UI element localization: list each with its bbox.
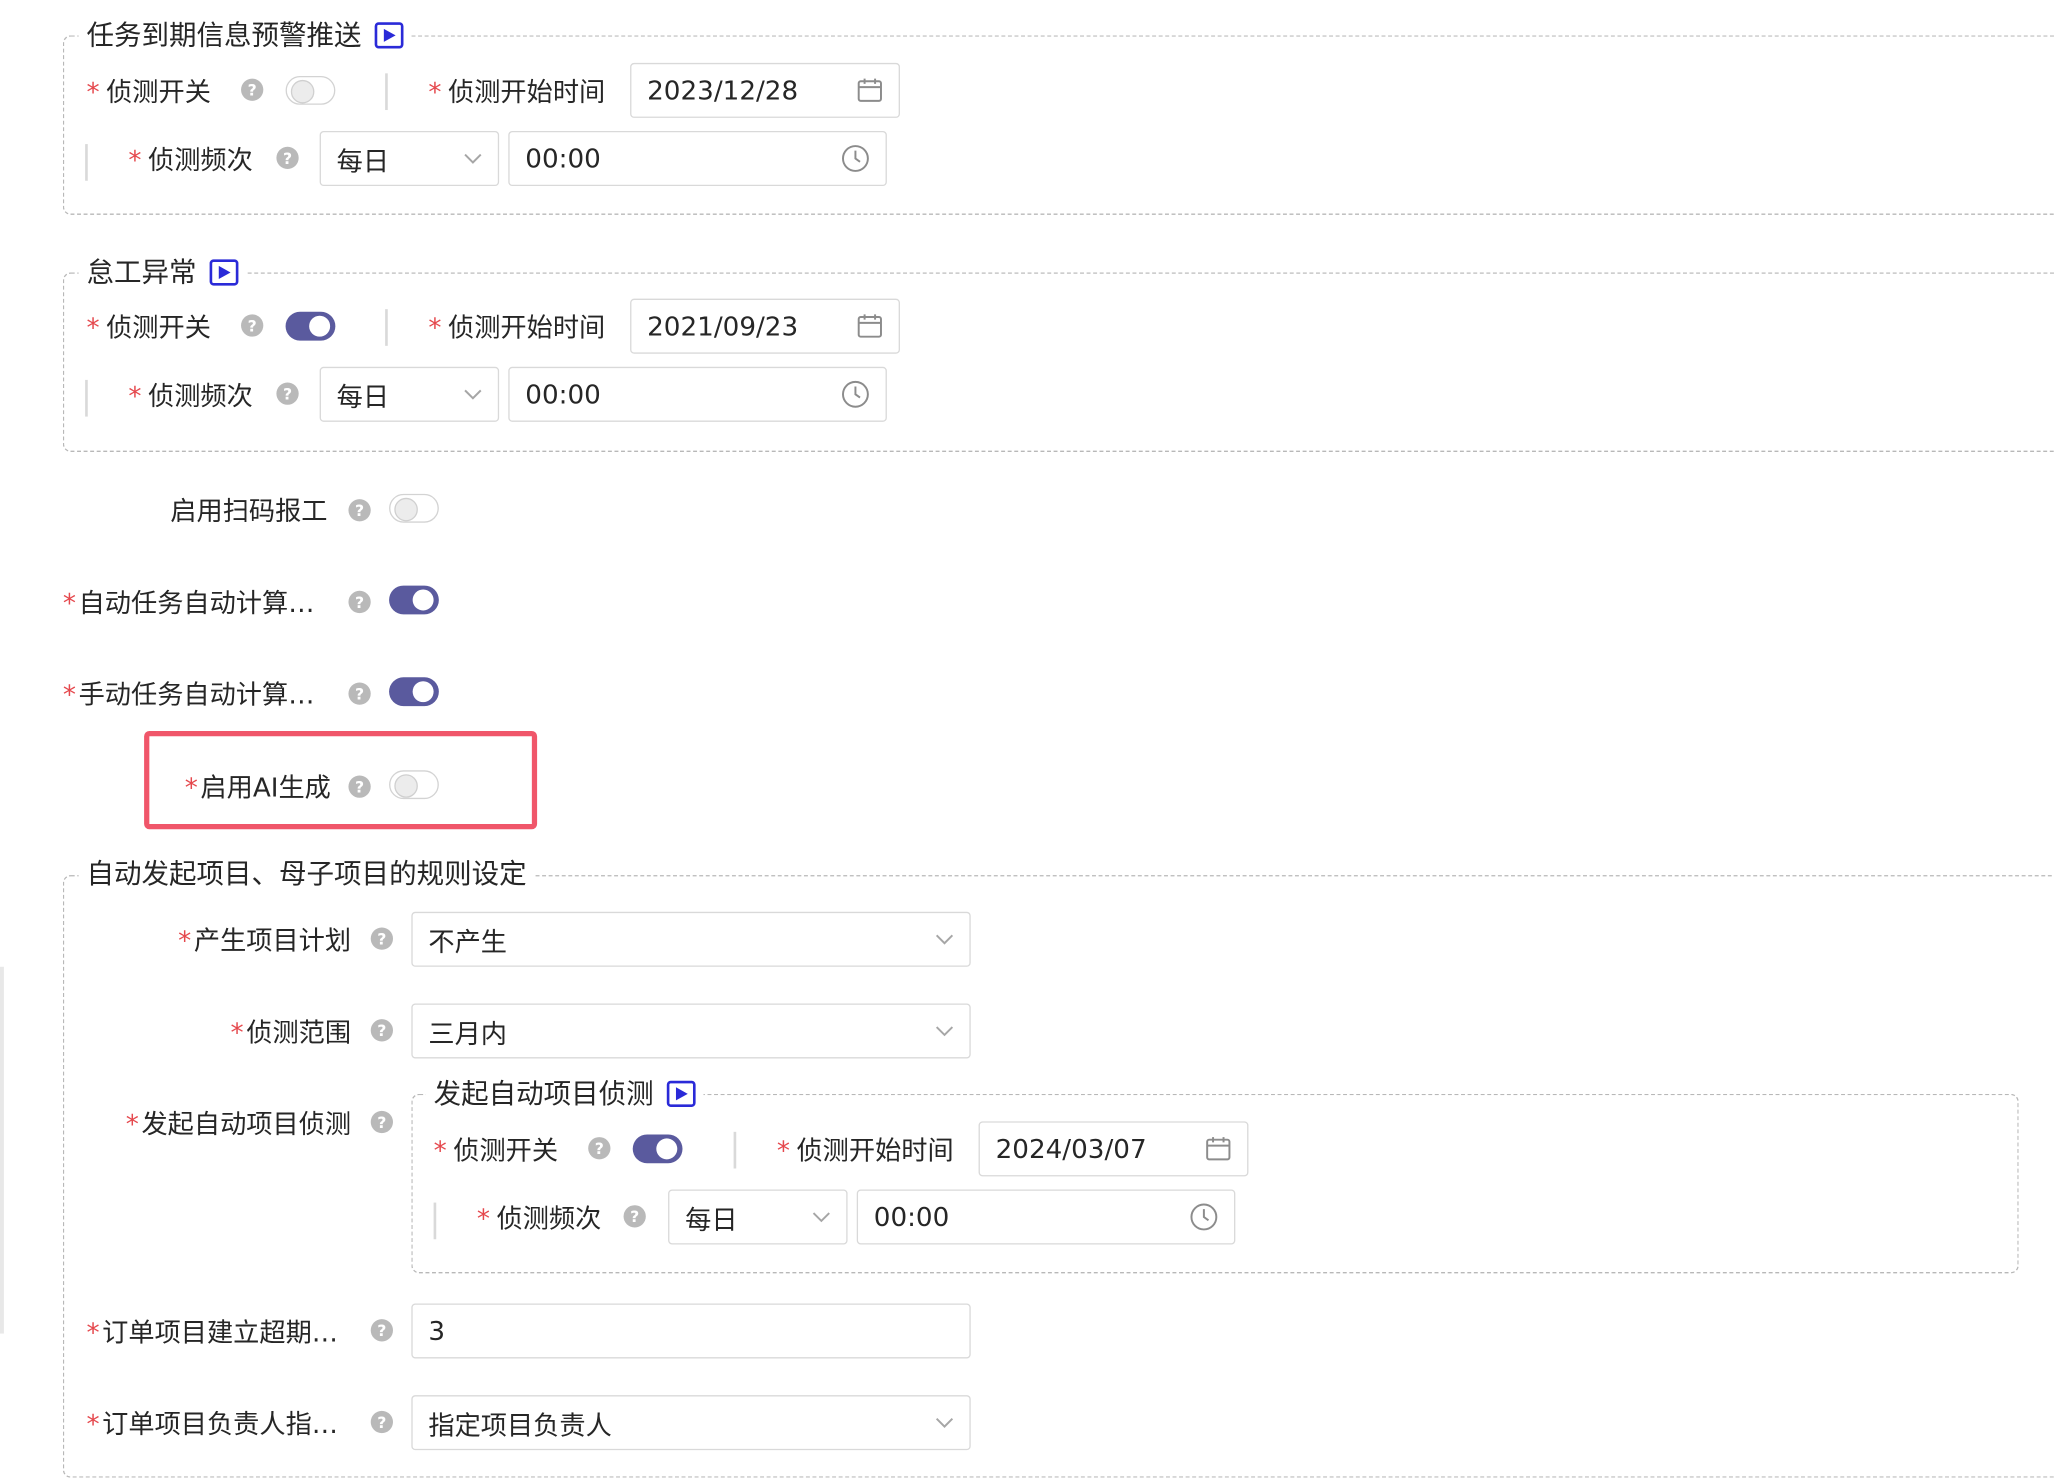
help-icon[interactable]: ? [348, 682, 371, 705]
sec2-freq-label: * 侦测频次 [128, 379, 253, 412]
legend-text: 自动发起项目、母子项目的规则设定 [86, 857, 527, 889]
auto-task-calc-switch[interactable] [389, 585, 439, 615]
switch-knob [394, 774, 418, 798]
legend-text: 怠工异常 [86, 256, 197, 288]
calendar-icon [857, 314, 882, 338]
launch-detect-label: * 发起自动项目侦测 [125, 1108, 352, 1140]
divider [733, 1131, 736, 1169]
help-icon[interactable]: ? [348, 775, 371, 798]
divider [385, 309, 388, 346]
switch-knob [656, 1138, 678, 1160]
legend-launch-detect: 发起自动项目侦测 [425, 1077, 704, 1110]
inner-detect-switch[interactable] [632, 1134, 683, 1164]
chevron-down-icon [812, 1212, 830, 1223]
divider [385, 73, 388, 111]
range-select[interactable]: 三月内 [411, 1003, 971, 1059]
sec1-freq-select[interactable]: 每日 [319, 131, 500, 187]
help-icon[interactable]: ? [370, 1019, 393, 1042]
help-icon[interactable]: ? [370, 1319, 393, 1342]
sec2-time-input[interactable]: 00:00 [508, 366, 887, 422]
sec1-time-input[interactable]: 00:00 [508, 131, 887, 187]
auto-task-calc-label: * 自动任务自动计算… [62, 586, 315, 619]
sec2-start-date-input[interactable]: 2021/09/23 [630, 298, 900, 354]
chevron-down-icon [464, 389, 482, 400]
legend-idle-abnormal: 怠工异常 [78, 256, 247, 289]
order-owner-label: * 订单项目负责人指… [86, 1408, 338, 1440]
manual-task-calc-label: * 手动任务自动计算… [62, 678, 315, 711]
divider [85, 379, 88, 417]
legend-task-due-warning: 任务到期信息预警推送 [78, 18, 412, 52]
play-icon[interactable] [374, 22, 404, 49]
inner-freq-label: * 侦测频次 [476, 1202, 602, 1235]
calendar-icon [1206, 1137, 1231, 1161]
clock-icon [842, 145, 869, 172]
switch-knob [412, 589, 434, 611]
play-icon[interactable] [209, 259, 239, 286]
help-icon[interactable]: ? [370, 927, 393, 950]
chevron-down-icon [935, 1418, 954, 1428]
help-icon[interactable]: ? [370, 1110, 393, 1134]
sec2-switch-label: * 侦测开关 [86, 311, 211, 344]
chevron-down-icon [935, 934, 954, 945]
inner-time-input[interactable]: 00:00 [856, 1189, 1236, 1245]
sec1-switch-label: * 侦测开关 [86, 75, 211, 108]
clock-icon [842, 380, 869, 408]
help-icon[interactable]: ? [370, 1410, 393, 1434]
scan-report-switch[interactable] [389, 493, 439, 523]
help-icon[interactable]: ? [241, 314, 264, 337]
help-icon[interactable]: ? [276, 382, 299, 405]
switch-knob [309, 315, 331, 337]
play-icon[interactable] [666, 1080, 696, 1107]
inner-start-label: * 侦测开始时间 [776, 1134, 954, 1166]
sec2-detect-switch[interactable] [285, 311, 336, 341]
legend-text: 任务到期信息预警推送 [86, 18, 362, 51]
divider [433, 1202, 436, 1240]
order-owner-select[interactable]: 指定项目负责人 [411, 1395, 971, 1451]
sec1-start-label: * 侦测开始时间 [428, 75, 606, 108]
help-icon[interactable]: ? [623, 1205, 646, 1228]
legend-text: 发起自动项目侦测 [433, 1077, 654, 1109]
sec1-freq-label: * 侦测频次 [128, 144, 253, 176]
scan-report-label: 启用扫码报工 [170, 495, 328, 527]
clock-icon [1190, 1203, 1218, 1231]
fieldset-idle-abnormal [62, 272, 2054, 452]
switch-knob [412, 681, 434, 703]
legend-auto-project-rules: 自动发起项目、母子项目的规则设定 [78, 857, 535, 890]
divider [85, 144, 88, 181]
help-icon[interactable]: ? [276, 146, 299, 169]
order-overdue-label: * 订单项目建立超期… [86, 1316, 338, 1348]
help-icon[interactable]: ? [588, 1137, 611, 1160]
settings-form: 任务到期信息预警推送 * 侦测开关 ? * 侦测开始时间 2023/12/28 * 侦… [0, 0, 2054, 1478]
chevron-down-icon [464, 153, 482, 164]
switch-knob [290, 79, 315, 104]
sec2-start-label: * 侦测开始时间 [428, 311, 606, 344]
ai-generate-switch[interactable] [389, 770, 439, 800]
sec2-freq-select[interactable]: 每日 [319, 366, 500, 422]
inner-start-date-input[interactable]: 2024/03/07 [978, 1121, 1249, 1177]
inner-freq-select[interactable]: 每日 [668, 1189, 848, 1245]
sec1-start-date-input[interactable]: 2023/12/28 [630, 62, 900, 118]
sec1-detect-switch[interactable] [285, 75, 336, 105]
help-icon[interactable]: ? [241, 78, 264, 101]
inner-switch-label: * 侦测开关 [433, 1134, 559, 1166]
calendar-icon [857, 78, 882, 102]
order-overdue-input[interactable]: 3 [411, 1303, 971, 1359]
ai-generate-label: * 启用AI生成 [184, 771, 331, 804]
fieldset-task-due-warning [62, 35, 2054, 215]
plan-label: * 产生项目计划 [178, 924, 352, 957]
help-icon[interactable]: ? [348, 499, 371, 522]
range-label: * 侦测范围 [230, 1016, 352, 1048]
chevron-down-icon [935, 1026, 954, 1037]
plan-select[interactable]: 不产生 [411, 911, 971, 967]
manual-task-calc-switch[interactable] [389, 677, 439, 707]
switch-knob [394, 497, 418, 522]
scrollbar-track[interactable] [0, 966, 4, 1334]
help-icon[interactable]: ? [348, 590, 371, 614]
